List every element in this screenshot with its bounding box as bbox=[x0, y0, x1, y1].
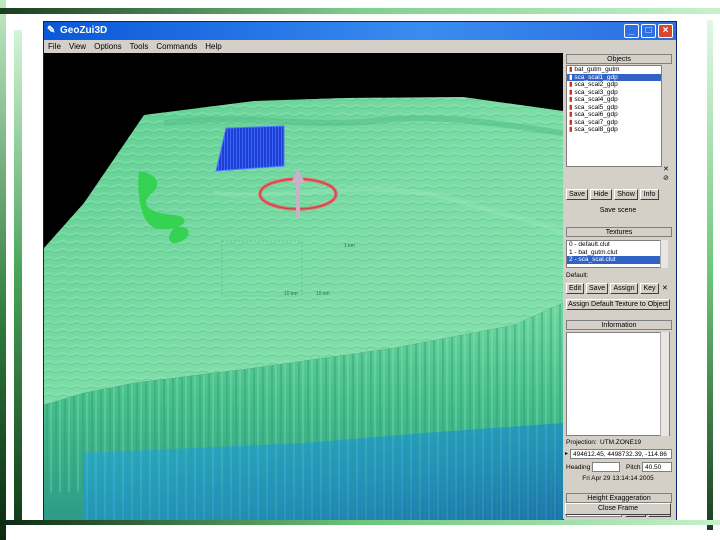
objects-item-label: sca_scal3_gdp bbox=[574, 88, 618, 96]
objects-list[interactable]: ▮ bat_gutm_gutm ▮ sca_scal1_gdp ▮ sca_scal… bbox=[566, 65, 662, 167]
textures-list-item[interactable]: 2 - sca_scal.clut bbox=[567, 256, 661, 264]
objects-header: Objects bbox=[566, 54, 672, 64]
menu-commands[interactable]: Commands bbox=[152, 40, 201, 53]
list-filter-icon[interactable]: ⊘ bbox=[663, 174, 669, 182]
list-close-icon[interactable]: ✕ bbox=[663, 165, 669, 173]
app-window: ✎ GeoZui3D _ □ × File View Options Tools Com… bbox=[43, 21, 677, 520]
objects-item-label: sca_scal8_gdp bbox=[574, 126, 618, 133]
3d-viewport[interactable]: 1 km 10 km 10 km bbox=[44, 53, 563, 520]
coordinates-field[interactable]: 494612.45, 4498732.39, -114.86 bbox=[570, 449, 672, 459]
textures-header: Textures bbox=[566, 227, 672, 237]
information-scrollbar[interactable] bbox=[660, 332, 669, 436]
minimize-button[interactable]: _ bbox=[624, 24, 639, 38]
objects-list-item[interactable]: ▮ sca_scal5_gdp bbox=[567, 104, 661, 112]
objects-item-label: bat_gutm_gutm bbox=[574, 66, 620, 73]
objects-list-item[interactable]: ▮ sca_scal1_gdp bbox=[567, 73, 661, 81]
slide-border-top bbox=[0, 8, 720, 14]
menu-options[interactable]: Options bbox=[90, 40, 126, 53]
hide-object-button[interactable]: Hide bbox=[590, 189, 612, 200]
textures-item-label: 2 - sca_scal.clut bbox=[569, 256, 616, 263]
objects-item-label: sca_scal6_gdp bbox=[574, 111, 618, 118]
information-header: Information bbox=[566, 320, 672, 330]
objects-list-item[interactable]: ▮ sca_scal4_gdp bbox=[567, 96, 661, 104]
objects-item-label: sca_scal7_gdp bbox=[574, 118, 618, 126]
edit-texture-button[interactable]: Edit bbox=[566, 283, 584, 294]
menu-file[interactable]: File bbox=[44, 40, 65, 53]
texture-close-icon[interactable]: ✕ bbox=[662, 284, 668, 292]
default-label: Default: bbox=[566, 272, 589, 279]
textures-list-item[interactable]: 0 - default.clut bbox=[567, 241, 661, 249]
save-scene-button[interactable]: Save scene bbox=[566, 206, 670, 217]
objects-item-label: sca_scal2_gdp bbox=[574, 81, 618, 88]
title-bar[interactable]: ✎ GeoZui3D bbox=[44, 22, 676, 40]
window-title: GeoZui3D bbox=[60, 25, 108, 36]
scale-label: 1 km bbox=[344, 243, 355, 249]
slide-border-left bbox=[0, 0, 6, 540]
scale-label: 10 km bbox=[316, 291, 330, 297]
textures-item-label: 1 - bat_gutm.clut bbox=[569, 248, 618, 256]
objects-list-item[interactable]: ▮ sca_scal3_gdp bbox=[567, 89, 661, 97]
maximize-button[interactable]: □ bbox=[641, 24, 656, 38]
slide-accent-bar bbox=[14, 30, 22, 520]
menu-view[interactable]: View bbox=[65, 40, 90, 53]
heading-field[interactable] bbox=[592, 462, 620, 472]
slide-border-bottom bbox=[0, 520, 720, 525]
objects-list-item[interactable]: ▮ sca_scal6_gdp bbox=[567, 111, 661, 119]
info-button[interactable]: Info bbox=[640, 189, 659, 200]
save-texture-button[interactable]: Save bbox=[586, 283, 608, 294]
slide-border-right bbox=[707, 20, 713, 530]
pitch-field[interactable]: 40.50 bbox=[642, 462, 672, 472]
close-frame-button[interactable]: Close Frame bbox=[565, 503, 671, 515]
textures-item-label: 0 - default.clut bbox=[569, 241, 610, 248]
objects-list-item[interactable]: ▮ bat_gutm_gutm bbox=[567, 66, 661, 74]
projection-label: Projection: bbox=[566, 439, 597, 446]
menu-bar: File View Options Tools Commands Help bbox=[44, 40, 564, 53]
textures-scrollbar[interactable] bbox=[660, 240, 668, 268]
datetime-text: Fri Apr 29 13:14:14 2005 bbox=[582, 475, 654, 482]
textures-list[interactable]: 0 - default.clut 1 - bat_gutm.clut 2 - sca… bbox=[566, 240, 662, 268]
scale-label: 10 km bbox=[284, 291, 298, 297]
height-exaggeration-header: Height Exaggeration bbox=[566, 493, 672, 503]
textures-list-item[interactable]: 1 - bat_gutm.clut bbox=[567, 249, 661, 257]
key-button[interactable]: Key bbox=[640, 283, 659, 294]
save-object-button[interactable]: Save bbox=[566, 189, 588, 200]
assign-default-texture-button[interactable]: Assign Default Texture to Object bbox=[566, 299, 670, 310]
menu-tools[interactable]: Tools bbox=[126, 40, 153, 53]
projection-value: UTM.ZONE19 bbox=[600, 439, 642, 446]
objects-list-item[interactable]: ▮ sca_scal2_gdp bbox=[567, 81, 661, 89]
cursor-icon: ▸ bbox=[565, 451, 569, 457]
assign-texture-button[interactable]: Assign bbox=[610, 283, 638, 294]
information-box bbox=[566, 332, 670, 436]
terrain-render bbox=[44, 97, 563, 520]
objects-item-label: sca_scal5_gdp bbox=[574, 103, 618, 111]
objects-item-label: sca_scal4_gdp bbox=[574, 96, 618, 103]
pitch-label: Pitch bbox=[626, 464, 641, 471]
objects-item-label: sca_scal1_gdp bbox=[574, 73, 618, 81]
close-button[interactable]: × bbox=[658, 24, 673, 38]
heading-label: Heading bbox=[566, 464, 591, 471]
app-icon: ✎ bbox=[47, 25, 56, 36]
objects-list-item[interactable]: ▮ sca_scal7_gdp bbox=[567, 119, 661, 127]
menu-help[interactable]: Help bbox=[201, 40, 225, 53]
control-panel: Objects ▮ bat_gutm_gutm ▮ sca_scal1_gdp ▮ … bbox=[564, 53, 676, 520]
show-object-button[interactable]: Show bbox=[614, 189, 638, 200]
objects-list-item[interactable]: ▮ sca_scal8_gdp bbox=[567, 126, 661, 134]
